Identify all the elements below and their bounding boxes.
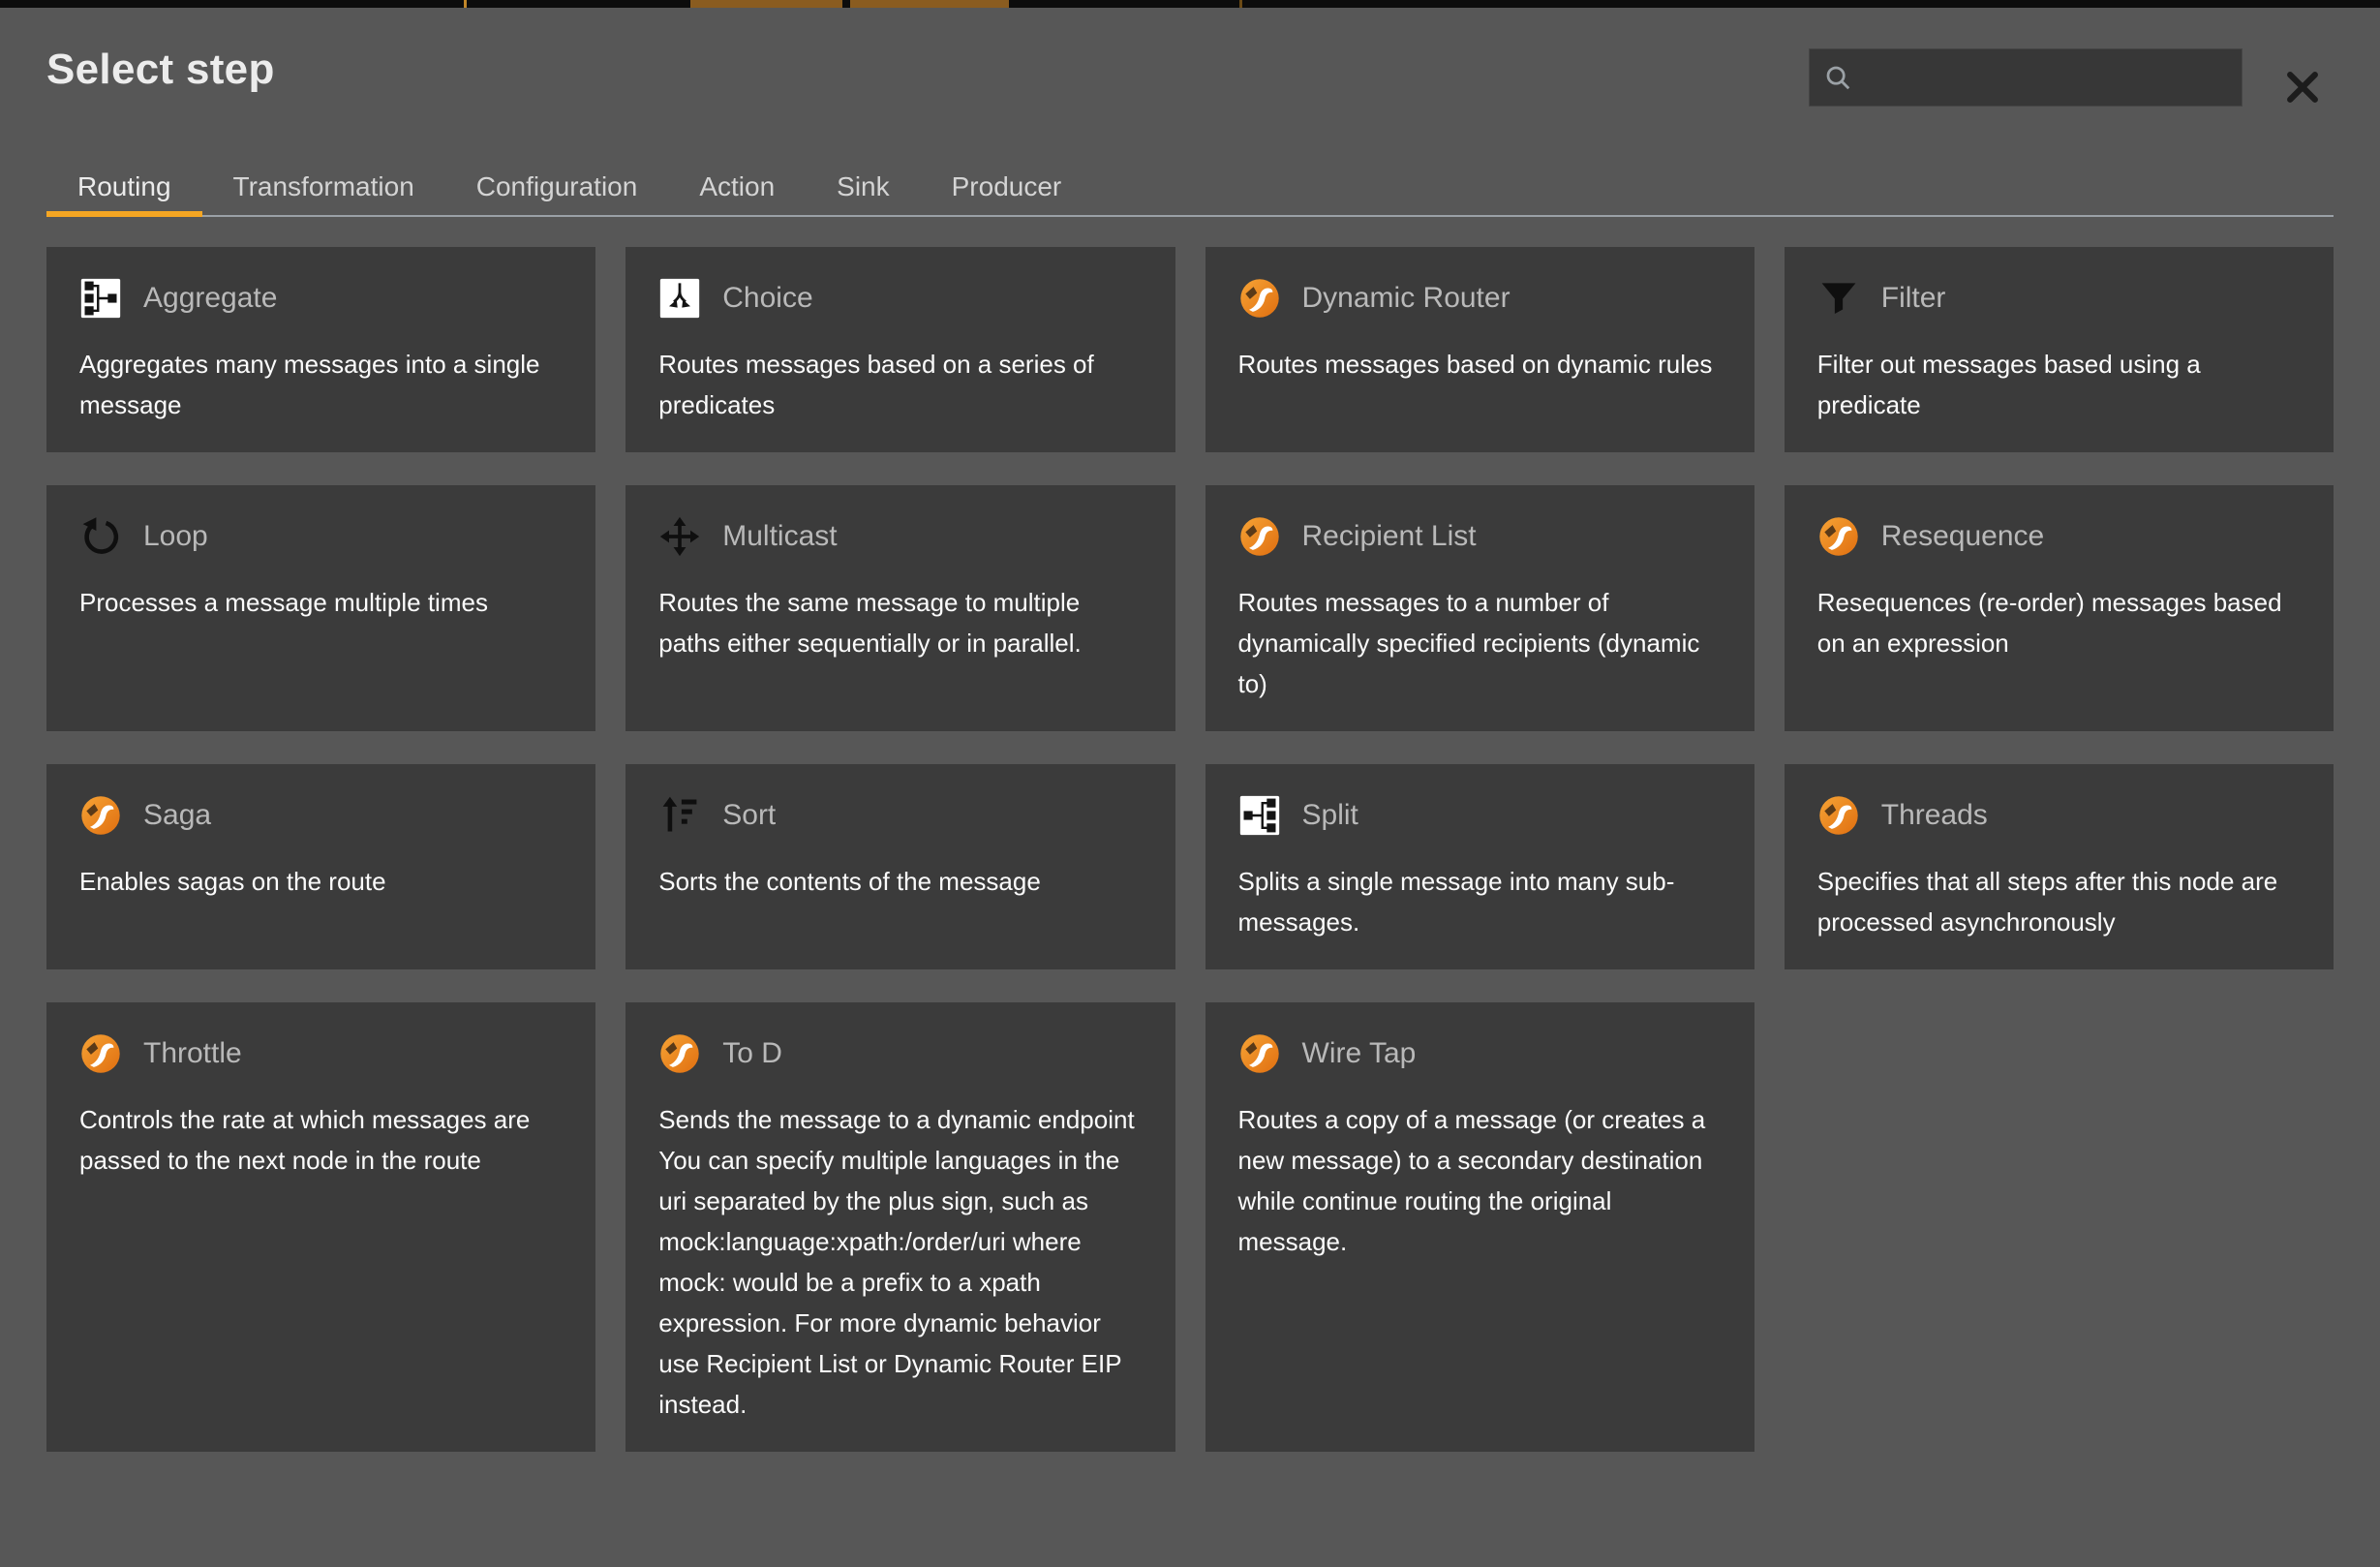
- tab-routing[interactable]: Routing: [46, 157, 202, 217]
- backdrop-segment: [850, 0, 1009, 8]
- step-card-sort[interactable]: Sort Sorts the contents of the message: [626, 764, 1175, 969]
- step-title: Saga: [143, 799, 211, 832]
- sort-amount-icon: [658, 794, 701, 837]
- camel-logo-icon: [1817, 794, 1860, 837]
- step-description: Routes the same message to multiple path…: [658, 582, 1142, 663]
- step-card-aggregate[interactable]: Aggregate Aggregates many messages into …: [46, 247, 595, 452]
- camel-logo-icon: [79, 1032, 122, 1075]
- backdrop-segment: [1239, 0, 1242, 8]
- tab-label: Routing: [77, 171, 171, 201]
- step-title: Threads: [1881, 799, 1988, 832]
- aggregate-tree-icon: [79, 277, 122, 320]
- step-card-split[interactable]: Split Splits a single message into many …: [1205, 764, 1754, 969]
- step-title: Choice: [722, 282, 812, 315]
- step-card-multicast[interactable]: Multicast Routes the same message to mul…: [626, 485, 1175, 731]
- step-card-to-d[interactable]: To D Sends the message to a dynamic endp…: [626, 1002, 1175, 1452]
- step-card-recipient-list[interactable]: Recipient List Routes messages to a numb…: [1205, 485, 1754, 731]
- tab-label: Transformation: [233, 171, 414, 201]
- step-description: Sends the message to a dynamic endpoint …: [658, 1099, 1142, 1425]
- tab-label: Sink: [837, 171, 889, 201]
- step-title: Throttle: [143, 1037, 242, 1070]
- step-title: Recipient List: [1302, 520, 1477, 553]
- steps-grid: Aggregate Aggregates many messages into …: [46, 247, 2334, 1452]
- step-title: Resequence: [1881, 520, 2044, 553]
- step-card-choice[interactable]: Choice Routes messages based on a series…: [626, 247, 1175, 452]
- multicast-move-icon: [658, 515, 701, 558]
- step-card-loop[interactable]: Loop Processes a message multiple times: [46, 485, 595, 731]
- backdrop-segment: [464, 0, 467, 8]
- tab-action[interactable]: Action: [668, 157, 806, 217]
- camel-logo-icon: [79, 794, 122, 837]
- close-button[interactable]: [2277, 62, 2328, 112]
- camel-logo-icon: [1817, 515, 1860, 558]
- step-description: Splits a single message into many sub-me…: [1238, 861, 1722, 942]
- step-description: Routes a copy of a message (or creates a…: [1238, 1099, 1722, 1262]
- step-card-threads[interactable]: Threads Specifies that all steps after t…: [1785, 764, 2334, 969]
- step-description: Resequences (re-order) messages based on…: [1817, 582, 2301, 663]
- filter-funnel-icon: [1817, 277, 1860, 320]
- step-card-resequence[interactable]: Resequence Resequences (re-order) messag…: [1785, 485, 2334, 731]
- step-description: Aggregates many messages into a single m…: [79, 344, 563, 425]
- step-description: Routes messages to a number of dynamical…: [1238, 582, 1722, 704]
- tab-label: Producer: [952, 171, 1062, 201]
- search-input[interactable]: [1862, 62, 2228, 94]
- step-card-filter[interactable]: Filter Filter out messages based using a…: [1785, 247, 2334, 452]
- step-card-saga[interactable]: Saga Enables sagas on the route: [46, 764, 595, 969]
- loop-rotate-icon: [79, 515, 122, 558]
- step-description: Processes a message multiple times: [79, 582, 563, 623]
- step-title: Wire Tap: [1302, 1037, 1417, 1070]
- camel-logo-icon: [658, 1032, 701, 1075]
- tab-producer[interactable]: Producer: [921, 157, 1093, 217]
- step-title: Sort: [722, 799, 776, 832]
- step-title: To D: [722, 1037, 782, 1070]
- dialog-title: Select step: [46, 45, 275, 95]
- step-title: Multicast: [722, 520, 837, 553]
- step-description: Routes messages based on dynamic rules: [1238, 344, 1722, 384]
- step-title: Filter: [1881, 282, 1946, 315]
- step-title: Split: [1302, 799, 1358, 832]
- split-tree-icon: [1238, 794, 1281, 837]
- step-description: Sorts the contents of the message: [658, 861, 1142, 902]
- tab-configuration[interactable]: Configuration: [445, 157, 669, 217]
- tab-label: Action: [699, 171, 775, 201]
- step-title: Dynamic Router: [1302, 282, 1510, 315]
- camel-logo-icon: [1238, 277, 1281, 320]
- step-card-dynamic-router[interactable]: Dynamic Router Routes messages based on …: [1205, 247, 1754, 452]
- step-title: Loop: [143, 520, 208, 553]
- step-description: Routes messages based on a series of pre…: [658, 344, 1142, 425]
- camel-logo-icon: [1238, 1032, 1281, 1075]
- search-box[interactable]: [1809, 48, 2243, 107]
- step-title: Aggregate: [143, 282, 277, 315]
- step-card-throttle[interactable]: Throttle Controls the rate at which mess…: [46, 1002, 595, 1452]
- search-icon: [1823, 63, 1852, 92]
- tab-sink[interactable]: Sink: [806, 157, 920, 217]
- choice-branch-icon: [658, 277, 701, 320]
- close-icon: [2281, 66, 2324, 108]
- step-description: Enables sagas on the route: [79, 861, 563, 902]
- step-description: Controls the rate at which messages are …: [79, 1099, 563, 1181]
- tab-transformation[interactable]: Transformation: [202, 157, 445, 217]
- select-step-dialog: Select step Routing Transformation Confi…: [0, 8, 2380, 1567]
- step-description: Filter out messages based using a predic…: [1817, 344, 2301, 425]
- step-description: Specifies that all steps after this node…: [1817, 861, 2301, 942]
- app-top-strip: [0, 0, 2380, 8]
- backdrop-segment: [690, 0, 842, 8]
- step-card-wire-tap[interactable]: Wire Tap Routes a copy of a message (or …: [1205, 1002, 1754, 1452]
- tab-bar: Routing Transformation Configuration Act…: [46, 157, 2334, 217]
- tab-label: Configuration: [476, 171, 638, 201]
- camel-logo-icon: [1238, 515, 1281, 558]
